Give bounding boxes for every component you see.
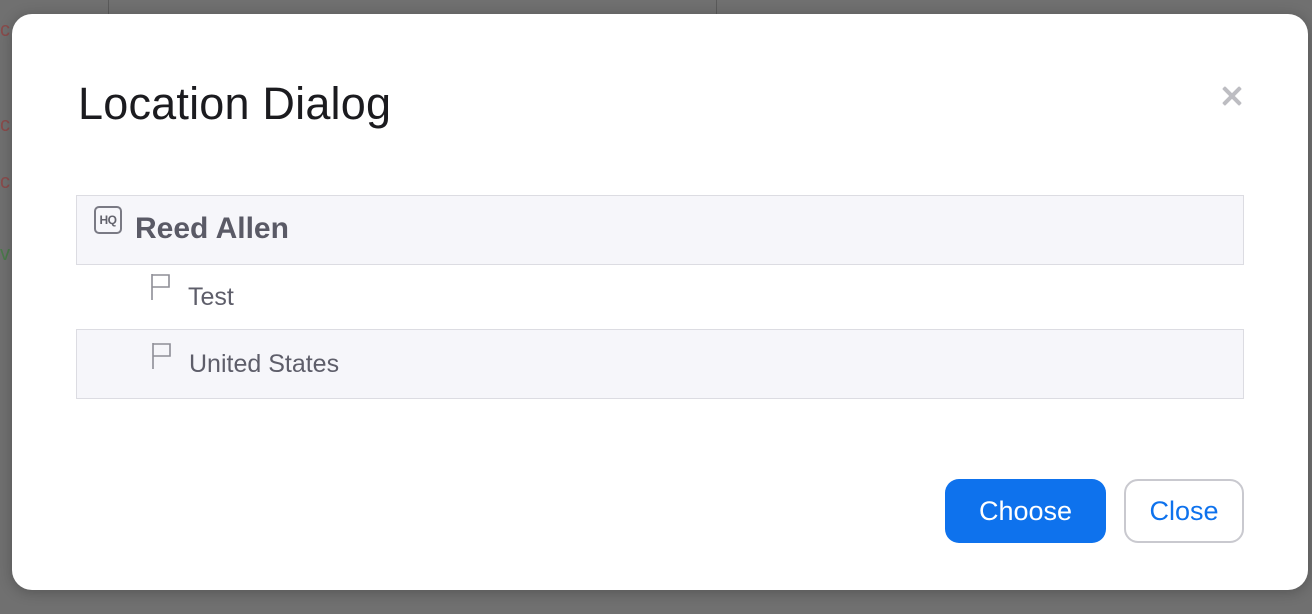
tree-item-label: United States xyxy=(189,350,340,378)
backdrop-divider xyxy=(108,0,109,14)
backdrop-glyph: c xyxy=(0,114,10,136)
choose-button[interactable]: Choose xyxy=(945,479,1106,543)
location-dialog: Location Dialog HQ Reed Allen Test Unite… xyxy=(12,14,1308,590)
tree-item-label: Reed Allen xyxy=(135,212,289,245)
dialog-title: Location Dialog xyxy=(78,78,392,129)
tree-item-united-states[interactable]: United States xyxy=(76,329,1244,399)
backdrop-glyph: c xyxy=(0,19,10,41)
close-icon[interactable] xyxy=(1218,82,1246,110)
hq-icon: HQ xyxy=(94,206,122,234)
backdrop-glyph: v xyxy=(0,243,10,265)
tree-item-root[interactable]: HQ Reed Allen xyxy=(76,195,1244,265)
tree-item-test[interactable]: Test xyxy=(76,265,1244,329)
flag-icon xyxy=(151,274,170,300)
backdrop-glyph: c xyxy=(0,171,10,193)
tree-item-label: Test xyxy=(188,283,234,311)
location-tree: HQ Reed Allen Test United States xyxy=(76,195,1244,399)
flag-icon xyxy=(152,343,171,369)
backdrop-divider xyxy=(716,0,717,14)
close-button[interactable]: Close xyxy=(1124,479,1244,543)
